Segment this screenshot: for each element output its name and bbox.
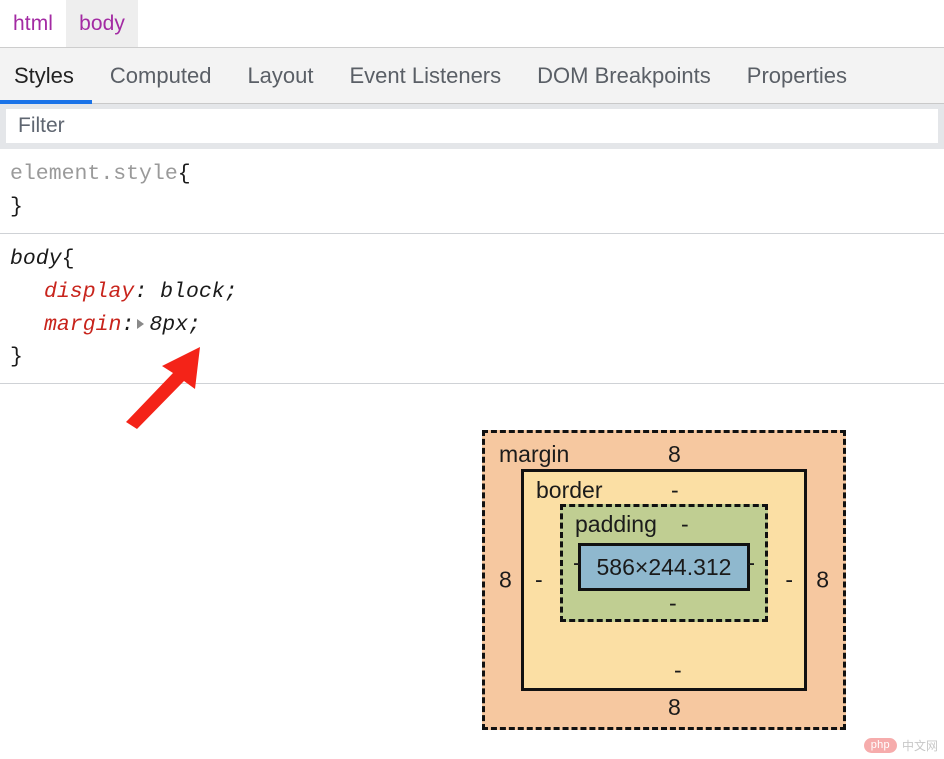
breadcrumb-item-body[interactable]: body <box>66 0 139 47</box>
box-model-margin-top[interactable]: 8 <box>668 441 681 468</box>
tab-styles[interactable]: Styles <box>0 48 92 104</box>
css-semicolon: ; <box>188 312 201 337</box>
breadcrumb-item-html[interactable]: html <box>0 0 66 47</box>
tab-label: DOM Breakpoints <box>537 62 711 88</box>
css-rule-body[interactable]: body{ display: block; margin: 8px; } <box>0 234 944 385</box>
metrics-region: margin 8 8 8 8 border - - - - padding - … <box>0 347 944 759</box>
breadcrumb-item-label: html <box>13 11 54 35</box>
css-close-brace: } <box>10 194 23 219</box>
tab-event-listeners[interactable]: Event Listeners <box>332 48 520 103</box>
box-model-content[interactable]: 586×244.312 <box>578 543 750 592</box>
tab-label: Layout <box>247 62 314 88</box>
tab-label: Properties <box>746 62 848 88</box>
css-declaration-margin[interactable]: margin: 8px; <box>10 309 944 342</box>
box-model-padding-top[interactable]: - <box>681 511 689 538</box>
box-model-border-left[interactable]: - <box>535 567 543 594</box>
css-selector[interactable]: body <box>10 247 62 271</box>
css-property-value[interactable]: block <box>160 280 225 304</box>
box-model-padding-label: padding <box>575 511 657 538</box>
css-declaration-display[interactable]: display: block; <box>10 276 944 309</box>
box-model-margin-label: margin <box>499 441 570 468</box>
watermark: php 中文网 <box>863 737 938 754</box>
css-rule-element-style[interactable]: element.style{ } <box>0 149 944 234</box>
box-model-content-dimensions: 586×244.312 <box>596 553 732 580</box>
box-model-border-top[interactable]: - <box>671 477 679 504</box>
css-colon: : <box>121 312 135 337</box>
box-model-margin[interactable]: margin 8 8 8 8 border - - - - padding - … <box>482 430 846 731</box>
box-model-margin-left[interactable]: 8 <box>499 567 512 594</box>
box-model-margin-right[interactable]: 8 <box>816 567 829 594</box>
watermark-text: 中文网 <box>901 739 938 754</box>
filter-input[interactable] <box>6 109 938 143</box>
watermark-badge: php <box>863 738 897 754</box>
css-property-name[interactable]: margin <box>44 313 121 337</box>
tab-properties[interactable]: Properties <box>729 48 865 103</box>
box-model-margin-bottom[interactable]: 8 <box>668 694 681 721</box>
breadcrumb: html body <box>0 0 944 48</box>
sidebar-tab-bar: Styles Computed Layout Event Listeners D… <box>0 48 944 104</box>
box-model-border-bottom[interactable]: - <box>674 657 682 684</box>
css-rule-header: element.style{ <box>10 158 944 191</box>
css-property-name[interactable]: display <box>44 280 134 304</box>
css-close-brace: } <box>10 345 23 370</box>
box-model-border-right[interactable]: - <box>785 567 793 594</box>
tab-label: Styles <box>14 62 74 88</box>
css-rule-header: body{ <box>10 243 944 276</box>
css-colon: : <box>134 279 148 304</box>
tab-dom-breakpoints[interactable]: DOM Breakpoints <box>519 48 729 103</box>
css-open-brace: { <box>177 162 191 186</box>
tab-label: Event Listeners <box>349 62 502 88</box>
box-model-border[interactable]: border - - - - padding - - - - 586×244.3… <box>521 469 807 692</box>
css-selector[interactable]: element.style <box>10 162 178 186</box>
breadcrumb-item-label: body <box>79 11 126 35</box>
filter-bar <box>0 104 944 149</box>
box-model-border-label: border <box>536 477 603 504</box>
css-property-value[interactable]: 8px <box>149 313 188 337</box>
box-model-padding[interactable]: padding - - - - 586×244.312 <box>560 504 768 623</box>
tab-computed[interactable]: Computed <box>92 48 230 103</box>
styles-pane: element.style{ } body{ display: block; m… <box>0 149 944 385</box>
chevron-right-icon[interactable] <box>137 318 145 329</box>
box-model-padding-bottom[interactable]: - <box>669 590 677 617</box>
css-semicolon: ; <box>224 279 238 304</box>
tab-label: Computed <box>109 62 212 88</box>
box-model-diagram: margin 8 8 8 8 border - - - - padding - … <box>482 430 846 731</box>
box-model-padding-right[interactable]: - <box>747 550 755 577</box>
box-model-padding-left[interactable]: - <box>573 550 581 577</box>
css-open-brace: { <box>61 246 75 271</box>
tab-layout[interactable]: Layout <box>229 48 331 103</box>
